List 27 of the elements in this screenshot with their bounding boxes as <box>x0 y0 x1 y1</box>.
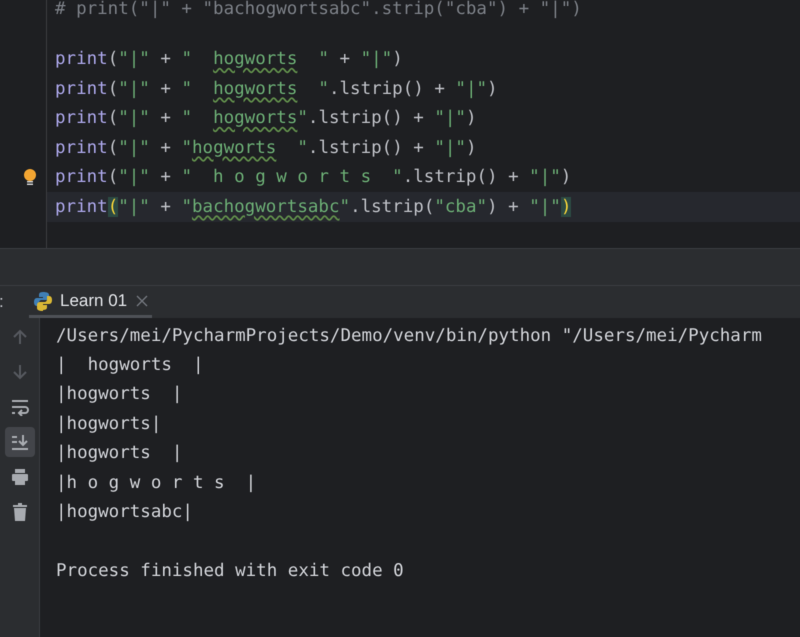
run-tab[interactable]: Learn 01 <box>29 286 152 318</box>
code-line: print("|" + " hogworts " + "|") <box>55 48 403 72</box>
code-line: print("|" + "bachogwortsabc".lstrip("cba") + "|") <box>55 196 572 219</box>
trash-icon <box>10 503 28 521</box>
console-output-line: |h o g w o r t s | <box>56 472 256 495</box>
arrow-up-icon <box>10 328 28 346</box>
code-line: print("|" + " hogworts".lstrip() + "|") <box>55 107 476 130</box>
code-line: print("|" + " h o g w o r t s ".lstrip() + "|") <box>55 166 572 190</box>
panel-label: : <box>0 291 5 314</box>
python-icon <box>33 290 53 310</box>
scroll-to-end-icon <box>10 433 28 451</box>
code-line: print("|" + " hogworts ".lstrip() + "|") <box>55 78 498 101</box>
soft-wrap-icon <box>10 398 28 416</box>
code-comment: # print("|" + "bachogwortsabc".strip("cba") + "|") <box>55 0 582 18</box>
exit-message: Process finished with exit code 0 <box>56 560 404 583</box>
close-icon[interactable] <box>136 294 148 306</box>
console-output-line: |hogworts | <box>56 383 182 406</box>
printer-icon <box>10 468 28 486</box>
console-output-line: |hogwortsabc| <box>56 500 193 524</box>
console-output-line: /Users/mei/PycharmProjects/Demo/venv/bin/python "/Users/mei/Pycharm <box>56 324 762 348</box>
console-output-line: |hogworts| <box>56 412 162 436</box>
toolbar-button[interactable] <box>4 427 34 457</box>
code-line: print("|" + "hogworts ".lstrip() + "|") <box>55 136 476 160</box>
console-output-line: |hogworts | <box>56 442 182 466</box>
console-output-line: | hogworts | <box>56 354 204 377</box>
lightbulb-icon[interactable] <box>23 168 37 186</box>
arrow-down-icon <box>10 363 28 381</box>
